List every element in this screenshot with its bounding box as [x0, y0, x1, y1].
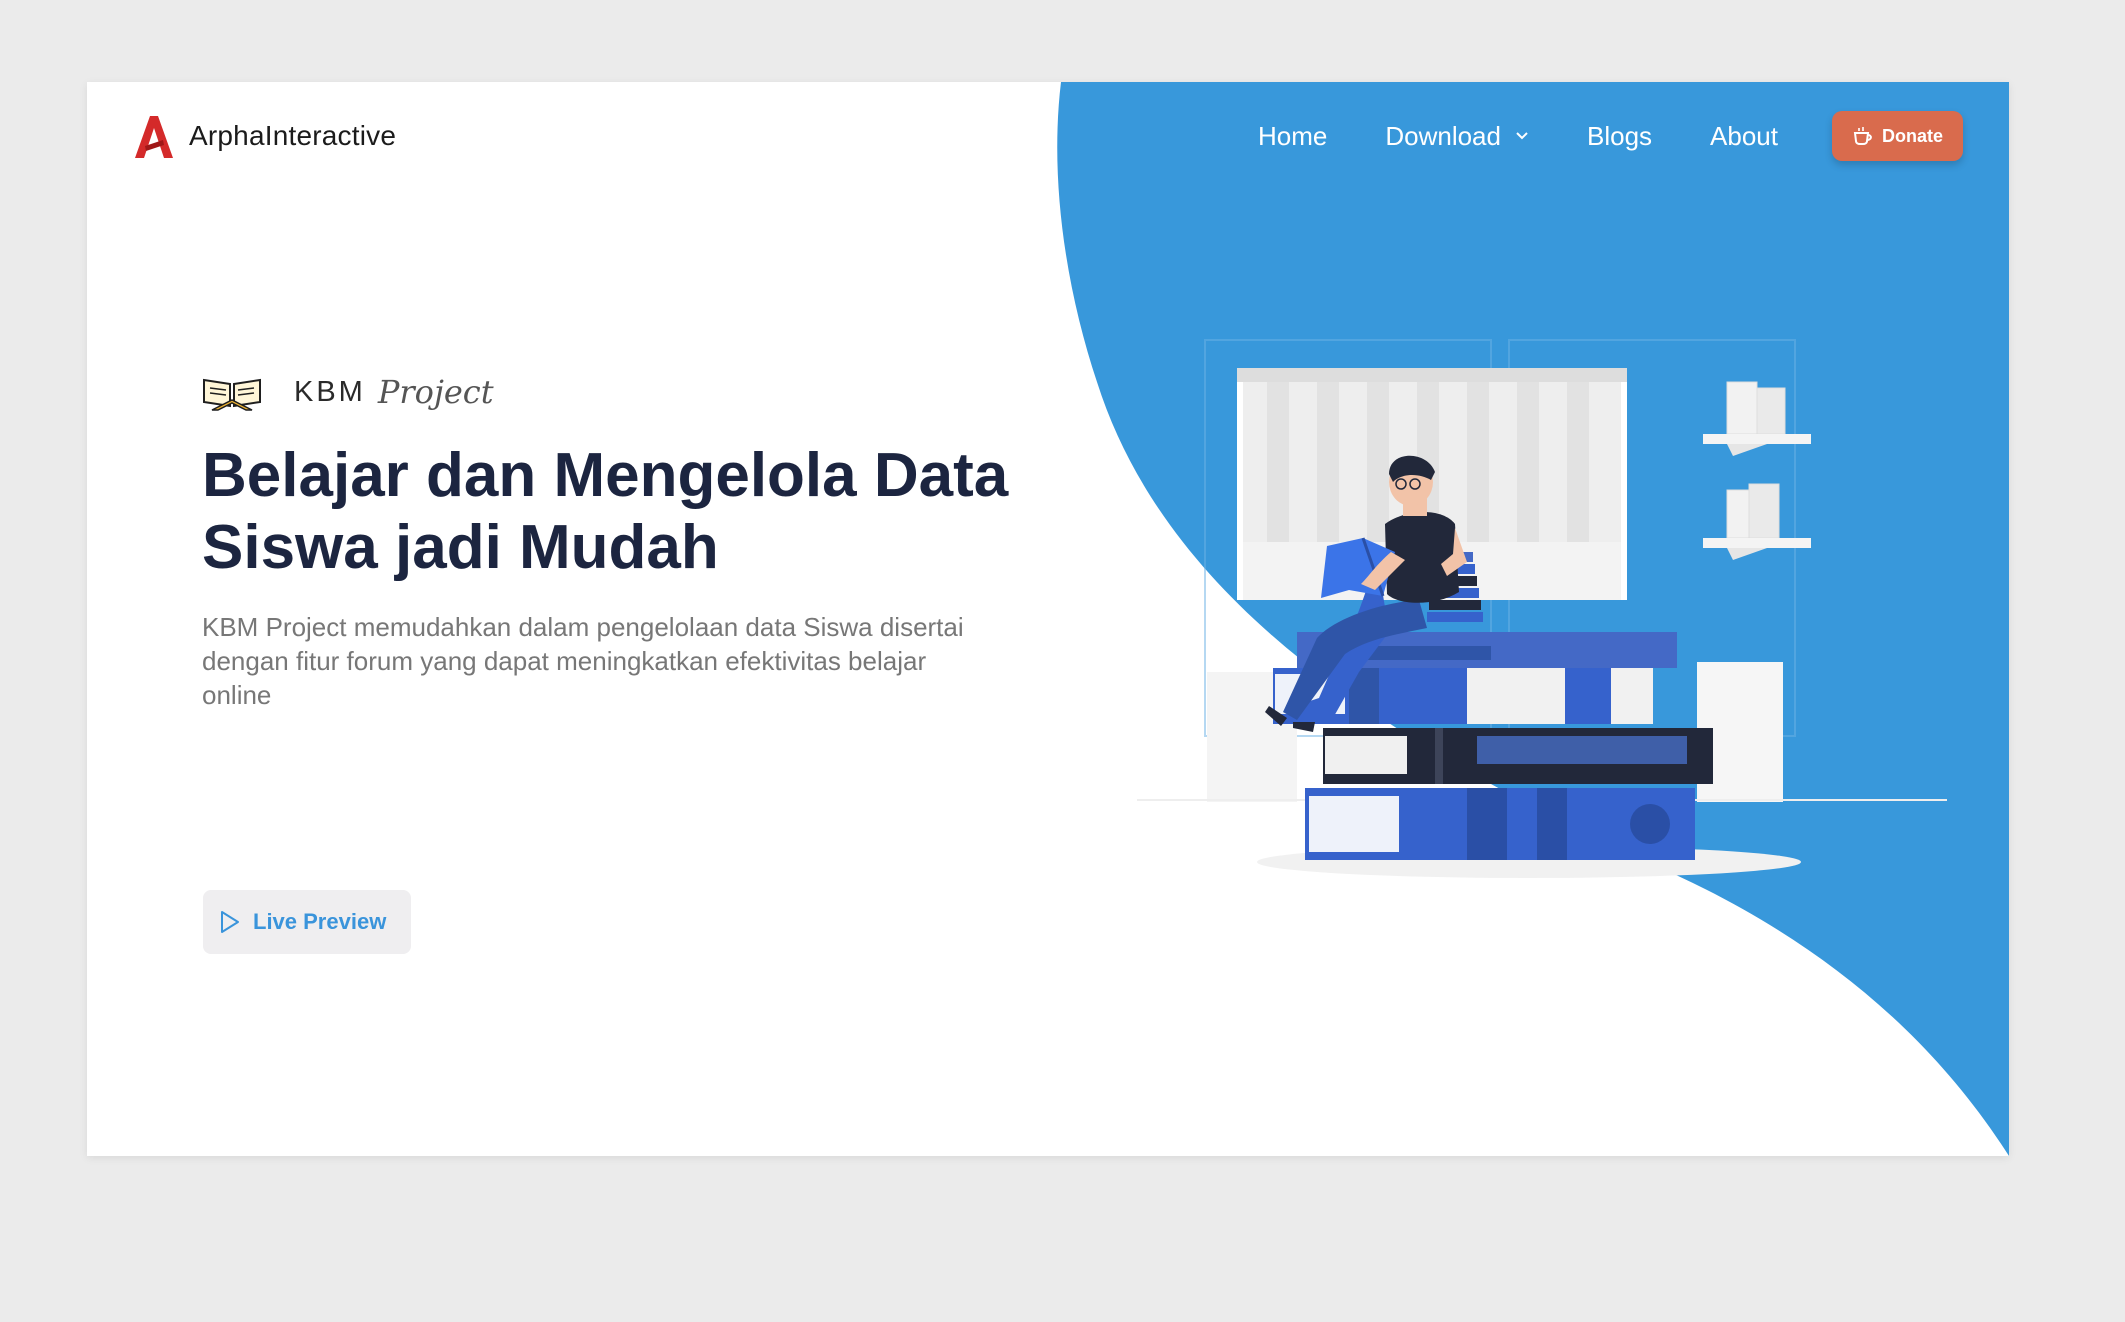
reading-person-illustration: [1137, 339, 1947, 878]
open-book-icon: [203, 378, 261, 411]
hero-title: Belajar dan Mengelola Data Siswa jadi Mu…: [202, 441, 1009, 582]
arpha-logo-icon: [135, 116, 173, 158]
play-outline-icon: [221, 911, 239, 933]
nav-home[interactable]: Home: [1258, 108, 1327, 164]
chevron-down-icon: [1515, 131, 1529, 141]
product-brand: KBM Project: [202, 372, 494, 412]
brand-project: Project: [377, 373, 494, 411]
nav-about[interactable]: About: [1710, 108, 1778, 164]
nav-download-label: Download: [1385, 120, 1501, 151]
nav-download[interactable]: Download: [1385, 108, 1529, 164]
site-logo[interactable]: ArphaInteractive: [133, 114, 396, 158]
donate-label: Donate: [1881, 125, 1943, 146]
landing-page: ArphaInteractive Home Download Blogs Abo…: [87, 82, 2009, 1156]
hero-description: KBM Project memudahkan dalam pengelolaan…: [202, 612, 964, 710]
main-nav: Home Download Blogs About Donate: [1258, 108, 1963, 164]
coffee-cup-icon: [1853, 127, 1872, 145]
live-preview-button[interactable]: Live Preview: [203, 890, 411, 954]
nav-blogs[interactable]: Blogs: [1587, 108, 1652, 164]
logo-text: ArphaInteractive: [189, 120, 397, 151]
brand-kbm: KBM: [294, 375, 366, 408]
donate-button[interactable]: Donate: [1831, 111, 1963, 161]
live-preview-label: Live Preview: [253, 909, 387, 934]
